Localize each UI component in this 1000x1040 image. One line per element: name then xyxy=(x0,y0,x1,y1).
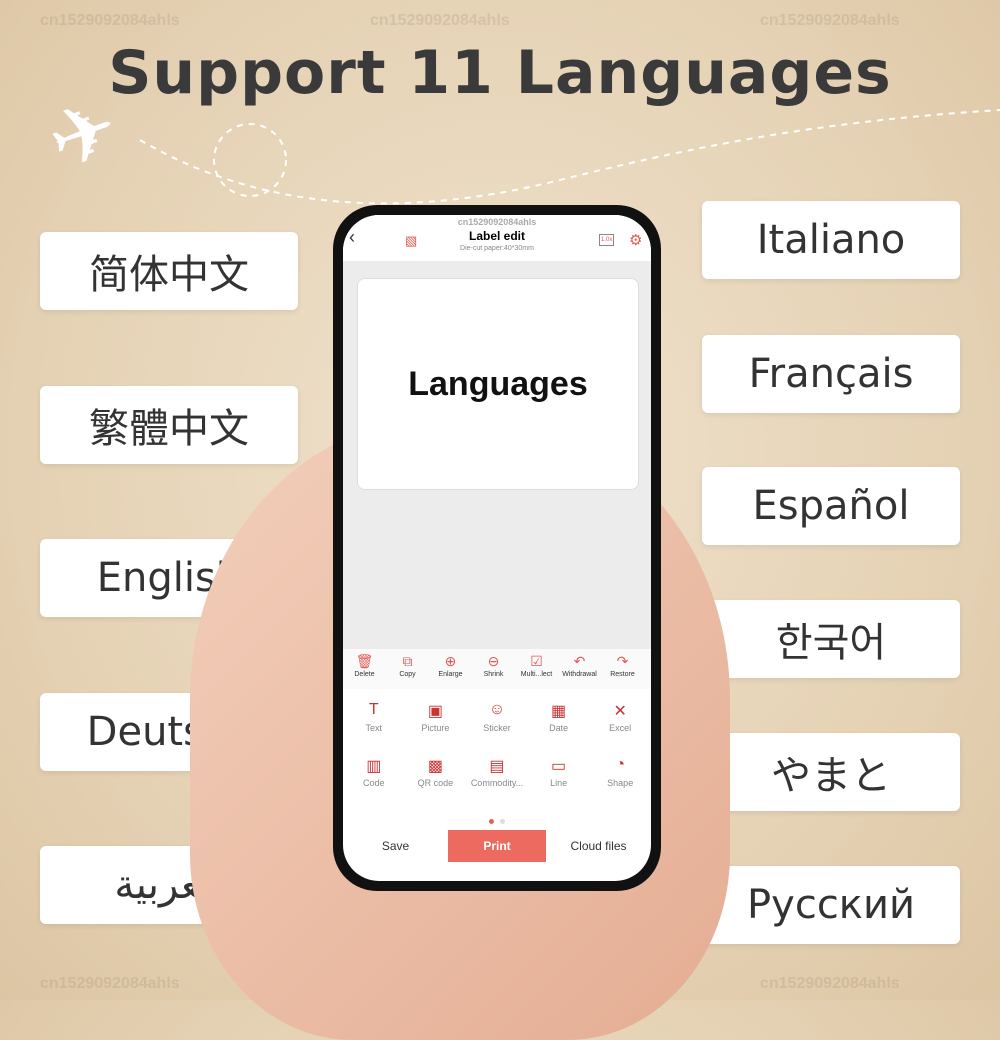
toolbar-shrink-button[interactable]: ⊖ Shrink xyxy=(472,653,515,689)
toolbar-label: Withdrawal xyxy=(562,671,597,678)
page-indicator xyxy=(343,811,651,825)
paper-size: Die-cut paper:40*30mm xyxy=(460,245,534,252)
gear-icon[interactable]: ⚙ xyxy=(629,231,642,249)
toolbar-delete-button[interactable]: 🗑 Delete xyxy=(343,653,386,689)
tool-code-button[interactable]: ▥ Code xyxy=(343,750,405,805)
tool-label: Excel xyxy=(609,723,632,733)
watermark: cn1529092084ahls xyxy=(370,12,510,29)
minus-circle-icon: ⊖ xyxy=(487,653,500,669)
app-header: cn1529092084ahls ‹ ▧ Label edit Die-cut … xyxy=(343,215,651,261)
toolbar-copy-button[interactable]: ⧉ Copy xyxy=(386,653,429,689)
commodity-icon: ▤ xyxy=(489,758,505,775)
qr-code-icon: ▩ xyxy=(427,758,443,775)
tool-line-button[interactable]: ▭ Line xyxy=(528,750,590,805)
language-card: やまと xyxy=(702,733,960,811)
language-card: 한국어 xyxy=(702,600,960,678)
date-icon: ▦ xyxy=(551,703,567,720)
watermark: cn1529092084ahls xyxy=(457,217,537,227)
tool-picture-button[interactable]: ▣ Picture xyxy=(405,695,467,750)
toolbar-label: Enlarge xyxy=(438,671,463,678)
bottom-bar: Save Print Cloud files xyxy=(343,829,651,863)
tool-qr-code-button[interactable]: ▩ QR code xyxy=(405,750,467,805)
label-preview[interactable]: Languages xyxy=(357,278,639,490)
print-button[interactable]: Print xyxy=(448,830,546,862)
watermark: cn1529092084ahls xyxy=(40,975,180,992)
tools-grid: T Text ▣ Picture ☺ Sticker ▦ Date ✕ Excel ▥ Code ▩ QR… xyxy=(343,689,651,811)
tool-label: Code xyxy=(363,778,385,788)
page-dot-active[interactable] xyxy=(489,819,494,824)
tool-date-button[interactable]: ▦ Date xyxy=(528,695,590,750)
language-card: 简体中文 xyxy=(40,232,298,310)
undo-icon: ↶ xyxy=(573,653,586,669)
edit-toolbar: 🗑 Delete ⧉ Copy ⊕ Enlarge ⊖ Shrink ☑ Multi...lect… xyxy=(343,649,651,689)
label-canvas: Languages xyxy=(343,261,651,649)
language-card: Français xyxy=(702,335,960,413)
tool-sticker-button[interactable]: ☺ Sticker xyxy=(466,695,528,750)
shape-icon: ◔ xyxy=(615,756,626,773)
toolbar-enlarge-button[interactable]: ⊕ Enlarge xyxy=(429,653,472,689)
tool-label: Shape xyxy=(607,778,634,788)
language-card: 繁體中文 xyxy=(40,386,298,464)
language-card: Español xyxy=(702,467,960,545)
multi-select-icon: ☑ xyxy=(530,653,543,669)
save-button[interactable]: Save xyxy=(343,839,448,853)
page-dot[interactable] xyxy=(500,819,505,824)
toolbar-withdrawal-button[interactable]: ↶ Withdrawal xyxy=(558,653,601,689)
text-icon: T xyxy=(368,701,379,718)
phone-screen: cn1529092084ahls ‹ ▧ Label edit Die-cut … xyxy=(343,215,651,881)
page-title: Support 11 Languages xyxy=(108,38,892,108)
tool-shape-button[interactable]: ◔ Shape xyxy=(589,750,651,805)
tool-label: QR code xyxy=(417,778,454,788)
tool-label: Date xyxy=(549,723,569,733)
picture-icon: ▣ xyxy=(427,703,443,720)
tool-label: Picture xyxy=(421,723,450,733)
toolbar-label: Restore xyxy=(610,671,635,678)
sticker-icon: ☺ xyxy=(488,701,506,718)
tool-label: Text xyxy=(365,723,383,733)
toolbar-label: Delete xyxy=(354,671,375,678)
tool-commodity--button[interactable]: ▤ Commodity... xyxy=(466,750,528,805)
watermark: cn1529092084ahls xyxy=(760,975,900,992)
language-card: Русский xyxy=(702,866,960,944)
copy-icon: ⧉ xyxy=(402,653,413,669)
toolbar-multi-lect-button[interactable]: ☑ Multi...lect xyxy=(515,653,558,689)
cloud-files-button[interactable]: Cloud files xyxy=(546,839,651,853)
zoom-level-button[interactable]: 1.0x xyxy=(599,234,615,246)
watermark: cn1529092084ahls xyxy=(40,12,180,29)
toolbar-label: Shrink xyxy=(483,671,504,678)
toolbar-label: Multi...lect xyxy=(520,671,553,678)
phone: cn1529092084ahls ‹ ▧ Label edit Die-cut … xyxy=(333,205,661,891)
watermark: cn1529092084ahls xyxy=(760,12,900,29)
trash-icon: 🗑 xyxy=(355,653,374,669)
plus-circle-icon: ⊕ xyxy=(444,653,457,669)
tool-label: Commodity... xyxy=(470,778,524,788)
barcode-icon: ▥ xyxy=(366,758,382,775)
tool-label: Sticker xyxy=(483,723,511,733)
toolbar-restore-button[interactable]: ↷ Restore xyxy=(601,653,644,689)
tool-label: Line xyxy=(550,778,568,788)
tool-text-button[interactable]: T Text xyxy=(343,695,405,750)
line-icon: ▭ xyxy=(551,758,567,775)
excel-icon: ✕ xyxy=(613,703,627,720)
tool-excel-button[interactable]: ✕ Excel xyxy=(589,695,651,750)
redo-icon: ↷ xyxy=(616,653,629,669)
language-card: Italiano xyxy=(702,201,960,279)
toolbar-label: Copy xyxy=(399,671,416,678)
